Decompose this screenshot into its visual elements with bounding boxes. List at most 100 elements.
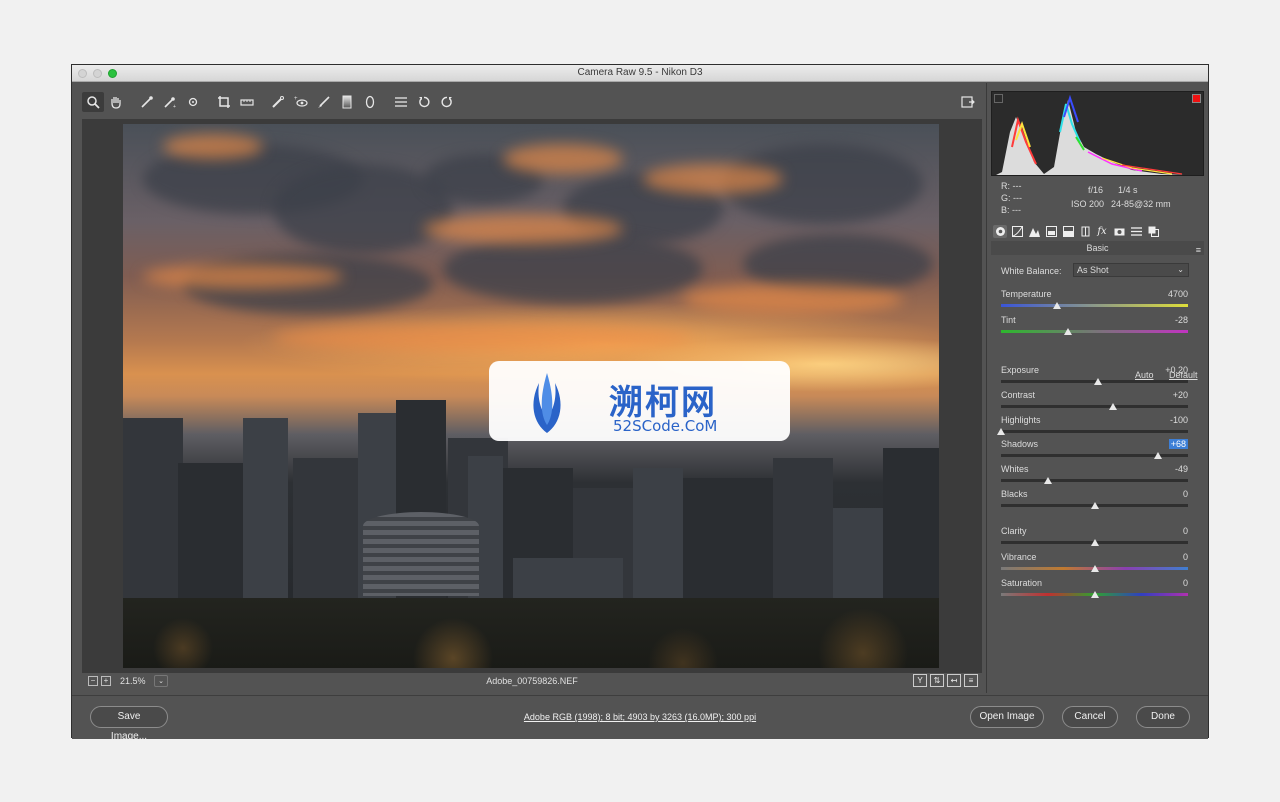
rotate-left-icon[interactable] (413, 92, 435, 112)
exposure-value[interactable]: +0.20 (1165, 365, 1188, 375)
blacks-label: Blacks (1001, 489, 1028, 499)
preferences-icon[interactable] (390, 92, 412, 112)
open-image-button[interactable]: Open Image (970, 706, 1044, 728)
shadows-value[interactable]: +68 (1168, 439, 1188, 449)
cancel-button[interactable]: Cancel (1062, 706, 1118, 728)
shutter-speed: 1/4 s (1118, 185, 1138, 195)
hsl-icon[interactable] (1044, 225, 1058, 238)
hand-icon[interactable] (105, 92, 127, 112)
effects-icon[interactable]: fx (1095, 225, 1109, 238)
panel-tabs: fx (991, 223, 1204, 239)
white-balance-icon[interactable] (136, 92, 158, 112)
window-title: Camera Raw 9.5 - Nikon D3 (577, 67, 703, 78)
highlights-value[interactable]: -100 (1170, 415, 1188, 425)
vibrance-label: Vibrance (1001, 552, 1037, 562)
white-balance-select[interactable]: As Shot ⌄ (1073, 263, 1189, 277)
saturation-label: Saturation (1001, 578, 1043, 588)
aperture: f/16 (1088, 185, 1104, 195)
adjustments-panel: R: --- G: --- B: --- f/16 1/4 s ISO 200 … (986, 83, 1208, 693)
preview-settings-button[interactable]: ≡ (964, 674, 978, 687)
basic-icon[interactable] (993, 224, 1007, 238)
tint-label: Tint (1001, 315, 1016, 325)
clarity-label: Clarity (1001, 526, 1027, 536)
spot-removal-icon[interactable] (267, 92, 289, 112)
iso: ISO 200 (1071, 199, 1105, 209)
file-name: Adobe_00759826.NEF (486, 676, 578, 686)
preview-status-bar: − + 21.5% ⌄ Adobe_00759826.NEF Y ⇅ ↤ ≡ (82, 673, 982, 691)
auto-button[interactable]: Auto (1135, 370, 1154, 380)
blacks-thumb[interactable] (1090, 502, 1099, 509)
tint-track[interactable] (1001, 330, 1188, 333)
targeted-adjustment-icon[interactable] (182, 92, 204, 112)
watermark: 溯柯网 52SCode.CoM (489, 361, 790, 441)
highlights-label: Highlights (1001, 415, 1041, 425)
histogram (991, 91, 1204, 176)
red-readout: R: --- (1001, 181, 1022, 191)
shadows-thumb[interactable] (1154, 452, 1163, 459)
split-toning-icon[interactable] (1061, 225, 1075, 238)
vibrance-value[interactable]: 0 (1183, 552, 1188, 562)
saturation-thumb[interactable] (1090, 591, 1099, 598)
basic-section-header: Basic ≡ (991, 241, 1204, 255)
done-button[interactable]: Done (1136, 706, 1190, 728)
camera-calibration-icon[interactable] (1112, 225, 1126, 238)
image-info: R: --- G: --- B: --- f/16 1/4 s ISO 200 … (991, 179, 1204, 215)
copy-settings-button[interactable]: ↤ (947, 674, 961, 687)
snapshots-icon[interactable] (1146, 225, 1160, 238)
detail-icon[interactable] (1027, 225, 1041, 238)
title-bar: Camera Raw 9.5 - Nikon D3 (72, 65, 1208, 82)
red-eye-icon[interactable]: + (290, 92, 312, 112)
adjustment-brush-icon[interactable] (313, 92, 335, 112)
view-buttons: Y ⇅ ↤ ≡ (913, 674, 978, 687)
straighten-icon[interactable] (236, 92, 258, 112)
tint-thumb[interactable] (1064, 328, 1073, 335)
green-readout: G: --- (1001, 193, 1022, 203)
lens: 24-85@32 mm (1111, 199, 1171, 209)
temperature-label: Temperature (1001, 289, 1052, 299)
zoom-icon[interactable] (82, 92, 104, 112)
swap-settings-button[interactable]: ⇅ (930, 674, 944, 687)
panel-menu-icon[interactable]: ≡ (1196, 243, 1201, 257)
whites-value[interactable]: -49 (1175, 464, 1188, 474)
shadows-label: Shadows (1001, 439, 1039, 449)
graduated-filter-icon[interactable] (336, 92, 358, 112)
section-title: Basic (1086, 243, 1109, 253)
whites-label: Whites (1001, 464, 1029, 474)
presets-icon[interactable] (1129, 225, 1143, 238)
temperature-thumb[interactable] (1053, 302, 1062, 309)
bottom-bar: Save Image... Adobe RGB (1998); 8 bit; 4… (72, 695, 1208, 742)
contrast-label: Contrast (1001, 390, 1036, 400)
white-balance-value: As Shot (1077, 265, 1109, 275)
clarity-value[interactable]: 0 (1183, 526, 1188, 536)
temperature-value[interactable]: 4700 (1168, 289, 1188, 299)
svg-text:+: + (294, 96, 298, 102)
saturation-value[interactable]: 0 (1183, 578, 1188, 588)
color-sampler-icon[interactable]: + (159, 92, 181, 112)
before-after-toggle[interactable]: Y (913, 674, 927, 687)
crop-icon[interactable] (213, 92, 235, 112)
white-balance-label: White Balance: (1001, 266, 1062, 276)
watermark-logo (533, 373, 561, 433)
toolbar: + + (82, 91, 982, 113)
highlights-track[interactable] (1001, 430, 1188, 433)
temperature-track[interactable] (1001, 304, 1188, 307)
contrast-track[interactable] (1001, 405, 1188, 408)
contrast-thumb[interactable] (1109, 403, 1118, 410)
highlights-thumb[interactable] (997, 428, 1005, 435)
whites-track[interactable] (1001, 479, 1188, 482)
tone-curve-icon[interactable] (1010, 225, 1024, 238)
chevron-down-icon: ⌄ (1177, 265, 1184, 274)
blue-readout: B: --- (1001, 205, 1021, 215)
rotate-right-icon[interactable] (436, 92, 458, 112)
tint-value[interactable]: -28 (1175, 315, 1188, 325)
radial-filter-icon[interactable] (359, 92, 381, 112)
fullscreen-icon[interactable] (958, 93, 978, 111)
blacks-value[interactable]: 0 (1183, 489, 1188, 499)
whites-thumb[interactable] (1043, 477, 1052, 484)
watermark-subtitle: 52SCode.CoM (613, 417, 718, 435)
clarity-thumb[interactable] (1090, 539, 1099, 546)
exposure-thumb[interactable] (1094, 378, 1103, 385)
contrast-value[interactable]: +20 (1173, 390, 1188, 400)
lens-icon[interactable] (1078, 225, 1092, 238)
vibrance-thumb[interactable] (1090, 565, 1099, 572)
